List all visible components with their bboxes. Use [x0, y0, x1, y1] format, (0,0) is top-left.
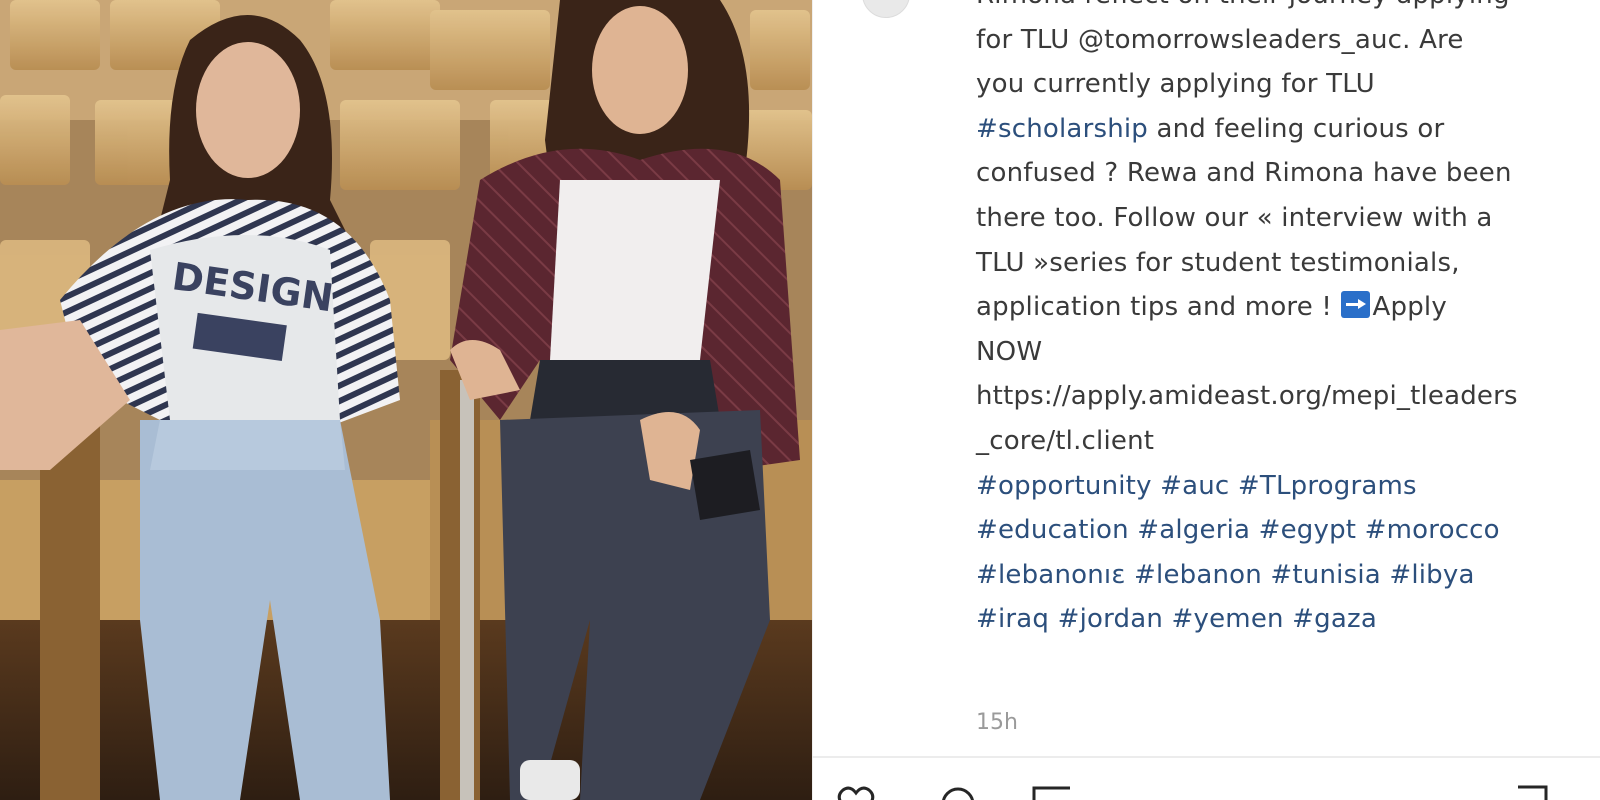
caption-line: #education #algeria #egypt #morocco	[976, 508, 1600, 553]
like-button[interactable]	[836, 784, 876, 800]
post-caption: Rimona reflect on their journey applying…	[976, 0, 1600, 642]
hashtag-link[interactable]: #education #algeria #egypt #morocco	[976, 515, 1500, 545]
comment-button[interactable]	[938, 784, 978, 800]
post-photo[interactable]: DESIGN	[0, 0, 812, 800]
share-icon	[1032, 786, 1078, 800]
caption-line: #iraq #jordan #yemen #gaza	[976, 597, 1600, 642]
share-button[interactable]	[1030, 784, 1078, 800]
caption-text: you currently applying for TLU	[976, 69, 1375, 100]
caption-text: and feeling curious or	[1148, 113, 1445, 144]
heart-icon	[837, 786, 875, 800]
caption-line: for TLU @tomorrowsleaders_auc. Are	[976, 18, 1600, 63]
caption-line: #scholarship and feeling curious or	[976, 107, 1600, 152]
caption-line: application tips and more ! Apply	[976, 285, 1600, 330]
caption-text: TLU »series for student testimonials,	[976, 247, 1460, 278]
hashtag-link[interactable]: #scholarship	[976, 114, 1148, 144]
caption-text: NOW	[976, 336, 1043, 367]
caption-text: Rimona reflect on their journey applying	[976, 0, 1510, 10]
divider	[812, 756, 1600, 758]
hashtag-link[interactable]: #lebanonıɛ #lebanon #tunisia #libya	[976, 560, 1475, 590]
caption-text: for TLU @tomorrowsleaders_auc. Are	[976, 24, 1464, 55]
caption-text: there too. Follow our « interview with a	[976, 202, 1493, 233]
hashtag-link[interactable]: #iraq #jordan #yemen #gaza	[976, 604, 1377, 634]
caption-text: https://apply.amideast.org/mepi_tleaders	[976, 381, 1518, 412]
caption-line: _core/tl.client	[976, 419, 1600, 464]
photo-two-students-seated: DESIGN	[0, 0, 812, 800]
caption-line: #opportunity #auc #TLprograms	[976, 464, 1600, 509]
caption-line: NOW	[976, 330, 1600, 375]
caption-line: confused ? Rewa and Rimona have been	[976, 151, 1600, 196]
caption-line: you currently applying for TLU	[976, 62, 1600, 107]
caption-text: Apply	[1372, 292, 1447, 323]
caption-line: there too. Follow our « interview with a	[976, 196, 1600, 241]
instagram-post: DESIGN Rimona reflect on their journey a…	[0, 0, 1600, 800]
caption-text: application tips and more !	[976, 292, 1341, 323]
bookmark-icon	[1518, 785, 1548, 800]
save-button[interactable]	[1512, 784, 1552, 800]
caption-line: TLU »series for student testimonials,	[976, 241, 1600, 286]
caption-line: Rimona reflect on their journey applying	[976, 0, 1600, 18]
hashtag-link[interactable]: #opportunity #auc #TLprograms	[976, 471, 1417, 501]
caption-line: #lebanonıɛ #lebanon #tunisia #libya	[976, 553, 1600, 598]
right-arrow-emoji-icon	[1340, 291, 1370, 319]
post-timestamp: 15h	[976, 710, 1018, 735]
caption-text: confused ? Rewa and Rimona have been	[976, 158, 1512, 189]
comment-icon	[941, 787, 975, 800]
caption-line: https://apply.amideast.org/mepi_tleaders	[976, 374, 1600, 419]
caption-text: _core/tl.client	[976, 425, 1155, 456]
